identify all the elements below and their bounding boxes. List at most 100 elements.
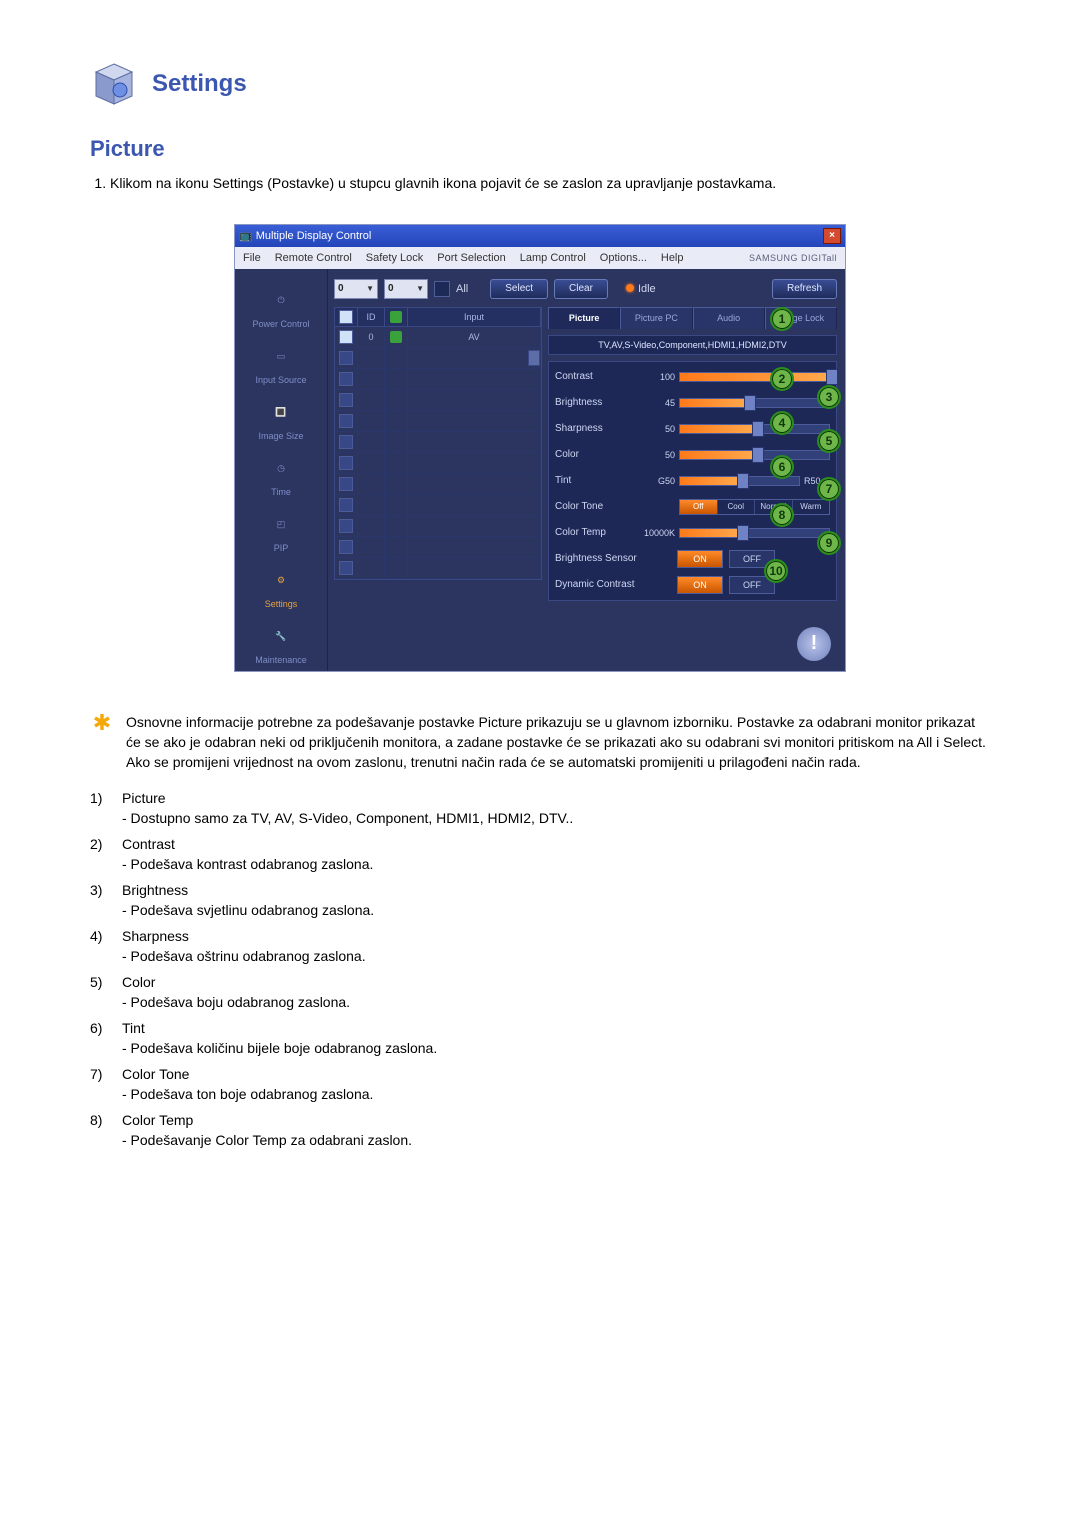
- list-item: 4)Sharpness- Podešava oštrinu odabranog …: [90, 928, 990, 964]
- sidebar-icon: ⏻: [263, 287, 299, 315]
- tone-off[interactable]: Off: [680, 500, 718, 514]
- table-row: [335, 453, 541, 474]
- table-row: [335, 558, 541, 579]
- sidebar-icon: ◷: [263, 455, 299, 483]
- sidebar-item-power-control[interactable]: ⏻Power Control: [252, 287, 309, 329]
- cell-input: AV: [408, 327, 541, 347]
- sidebar-item-settings[interactable]: ⚙Settings: [263, 567, 299, 609]
- dcontrast-on[interactable]: ON: [677, 576, 723, 594]
- callout-9: 9: [817, 531, 841, 555]
- star-icon: ✱: [90, 712, 114, 773]
- bsensor-on[interactable]: ON: [677, 550, 723, 568]
- menu-remote-control[interactable]: Remote Control: [275, 252, 352, 264]
- brand-label: SAMSUNG DIGITall: [749, 253, 837, 263]
- sidebar-icon: ▭: [263, 343, 299, 371]
- row-dynamic-contrast: Dynamic ContrastONOFF: [555, 576, 830, 594]
- refresh-button[interactable]: Refresh: [772, 279, 837, 299]
- callout-6: 6: [770, 455, 794, 479]
- tone-cool[interactable]: Cool: [718, 500, 756, 514]
- table-row: [335, 348, 541, 369]
- idle-indicator: Idle: [626, 283, 656, 295]
- settings-cube-icon: [90, 60, 138, 108]
- sidebar-icon: 🔧: [263, 623, 299, 651]
- col-input: Input: [408, 308, 541, 326]
- table-row: [335, 474, 541, 495]
- window-title: 📺 Multiple Display Control: [239, 229, 371, 242]
- menu-options-[interactable]: Options...: [600, 252, 647, 264]
- menubar: File Remote Control Safety Lock Port Select…: [235, 247, 845, 269]
- list-item: 1)Picture- Dostupno samo za TV, AV, S-Vi…: [90, 790, 990, 826]
- callout-5: 5: [817, 429, 841, 453]
- table-row: [335, 495, 541, 516]
- row-checkbox[interactable]: [339, 330, 353, 344]
- clear-button[interactable]: Clear: [554, 279, 608, 299]
- callout-1: 1: [770, 307, 794, 331]
- note-text: Osnovne informacije potrebne za podešava…: [126, 712, 990, 773]
- row-color-temp: Color Temp10000K: [555, 524, 830, 542]
- sidebar-item-time[interactable]: ◷Time: [263, 455, 299, 497]
- select-button[interactable]: Select: [490, 279, 548, 299]
- screenshot-panel: 📺 Multiple Display Control × File Remote …: [234, 224, 846, 672]
- table-row: [335, 369, 541, 390]
- table-row: [335, 390, 541, 411]
- sidebar-item-input-source[interactable]: ▭Input Source: [255, 343, 306, 385]
- callout-7: 7: [817, 477, 841, 501]
- cell-id: 0: [358, 327, 385, 347]
- table-row: [335, 516, 541, 537]
- warning-icon: !: [797, 627, 831, 661]
- callout-4: 4: [770, 411, 794, 435]
- list-item: 8)Color Temp- Podešavanje Color Temp za …: [90, 1112, 990, 1148]
- color-temp-slider[interactable]: [679, 528, 830, 538]
- row-brightness: Brightness45: [555, 394, 830, 412]
- color-slider[interactable]: [679, 450, 830, 460]
- table-row: [335, 432, 541, 453]
- menu-port-selection[interactable]: Port Selection: [437, 252, 505, 264]
- section-title: Picture: [90, 136, 990, 162]
- row-brightness-sensor: Brightness SensorONOFF: [555, 550, 830, 568]
- menu-safety-lock[interactable]: Safety Lock: [366, 252, 423, 264]
- list-item: 6)Tint- Podešava količinu bijele boje od…: [90, 1020, 990, 1056]
- sidebar: ⏻Power Control ▭Input Source 🔳Image Size ◷T…: [235, 269, 328, 671]
- sidebar-item-maintenance[interactable]: 🔧Maintenance: [255, 623, 307, 665]
- list-item: 3)Brightness- Podešava svjetlinu odabran…: [90, 882, 990, 918]
- col-id: ID: [358, 308, 385, 326]
- menu-lamp-control[interactable]: Lamp Control: [520, 252, 586, 264]
- sidebar-icon: ◰: [263, 511, 299, 539]
- sidebar-item-pip[interactable]: ◰PIP: [263, 511, 299, 553]
- display-table: ID Input 0 AV: [334, 307, 542, 601]
- all-label: All: [456, 283, 468, 295]
- tone-warm[interactable]: Warm: [793, 500, 830, 514]
- dropdown-1[interactable]: 0▼: [334, 279, 378, 299]
- callout-8: 8: [770, 503, 794, 527]
- tab-audio[interactable]: Audio: [693, 307, 765, 329]
- list-item: 2)Contrast- Podešava kontrast odabranog …: [90, 836, 990, 872]
- sharpness-slider[interactable]: [679, 424, 830, 434]
- callout-10: 10: [764, 559, 788, 583]
- brightness-slider[interactable]: [679, 398, 830, 408]
- callout-3: 3: [817, 385, 841, 409]
- intro-text: Klikom na ikonu Settings (Postavke) u st…: [110, 174, 990, 194]
- list-item: 7)Color Tone- Podešava ton boje odabrano…: [90, 1066, 990, 1102]
- tab-picture-pc[interactable]: Picture PC: [620, 307, 692, 329]
- col-status: [385, 308, 408, 326]
- table-row: [335, 411, 541, 432]
- list-item: 5)Color- Podešava boju odabranog zaslona…: [90, 974, 990, 1010]
- table-row[interactable]: 0 AV: [335, 327, 541, 348]
- page-title: Settings: [152, 70, 247, 98]
- info-line: TV,AV,S-Video,Component,HDMI1,HDMI2,DTV: [548, 335, 837, 355]
- dropdown-2[interactable]: 0▼: [384, 279, 428, 299]
- menu-file[interactable]: File: [243, 252, 261, 264]
- sidebar-icon: ⚙: [263, 567, 299, 595]
- cell-status: [385, 327, 408, 347]
- contrast-slider[interactable]: [679, 372, 830, 382]
- table-row: [335, 537, 541, 558]
- all-checkbox[interactable]: [434, 281, 450, 297]
- sidebar-item-image-size[interactable]: 🔳Image Size: [258, 399, 303, 441]
- callout-2: 2: [770, 367, 794, 391]
- sidebar-icon: 🔳: [263, 399, 299, 427]
- header-checkbox[interactable]: [339, 310, 353, 324]
- main-area: 0▼ 0▼ All Select Clear Idle Refresh: [328, 269, 845, 671]
- menu-help[interactable]: Help: [661, 252, 684, 264]
- close-icon[interactable]: ×: [823, 228, 841, 244]
- tab-picture[interactable]: Picture: [548, 307, 620, 329]
